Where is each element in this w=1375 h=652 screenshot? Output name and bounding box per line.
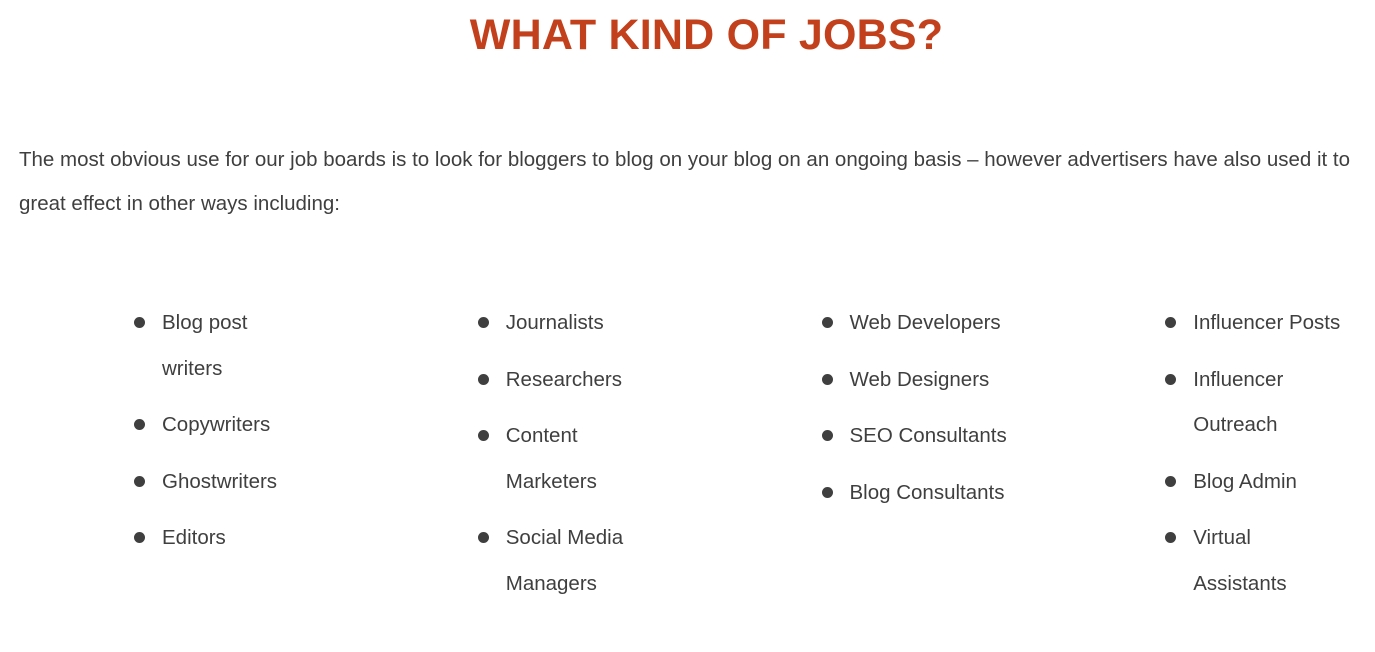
list-item: Virtual Assistants	[1165, 515, 1343, 606]
list-item-label: Ghostwriters	[162, 469, 278, 493]
job-column-4: Influencer Posts Influencer Outreach Blo…	[1031, 300, 1375, 617]
bullet-dot-icon	[1165, 475, 1177, 487]
list-item-label: Virtual Assistants	[1193, 526, 1287, 595]
list-item: Social Media Managers	[477, 515, 666, 606]
job-column-2: Journalists Researchers Content Marketer…	[344, 300, 688, 617]
bullet-dot-icon	[134, 317, 145, 328]
list-item: Web Designers	[821, 357, 1022, 403]
job-types-columns: Blog post writers Copywriters Ghostwrite…	[0, 300, 1375, 617]
list-item-label: Blog Admin	[1193, 469, 1297, 493]
job-list-1: Blog post writers Copywriters Ghostwrite…	[134, 300, 344, 561]
job-column-3: Web Developers Web Designers SEO Consult…	[688, 300, 1032, 526]
bullet-dot-icon	[477, 317, 489, 328]
list-item: Blog Consultants	[821, 470, 1022, 516]
list-item: SEO Consultants	[821, 413, 1022, 459]
list-item-label: Social Media Managers	[505, 526, 624, 595]
page-title: WHAT KIND OF JOBS?	[469, 11, 944, 59]
list-item: Copywriters	[134, 402, 312, 448]
list-item: Influencer Posts	[1165, 300, 1343, 346]
list-item-label: Editors	[162, 526, 226, 549]
intro-paragraph: The most obvious use for our job boards …	[19, 148, 1351, 215]
bullet-dot-icon	[477, 373, 489, 385]
list-item: Web Developers	[821, 300, 1022, 346]
bullet-dot-icon	[134, 475, 145, 487]
list-item-label: Copywriters	[162, 413, 271, 436]
list-item: Content Marketers	[477, 413, 666, 504]
list-item-label: Web Developers	[849, 311, 1001, 334]
list-item: Blog post writers	[134, 300, 312, 391]
bullet-dot-icon	[821, 317, 833, 328]
bullet-dot-icon	[821, 373, 833, 385]
job-column-1: Blog post writers Copywriters Ghostwrite…	[0, 300, 344, 572]
bullet-dot-icon	[1165, 373, 1177, 385]
job-list-3: Web Developers Web Designers SEO Consult…	[821, 300, 1032, 516]
list-item-label: Influencer Posts	[1193, 311, 1341, 334]
list-item: Journalists	[477, 300, 666, 346]
list-item: Blog Admin	[1165, 459, 1343, 505]
bullet-dot-icon	[134, 419, 145, 430]
list-item: Ghostwriters	[134, 459, 312, 505]
bullet-dot-icon	[477, 430, 489, 441]
list-item: Editors	[134, 515, 312, 561]
list-item: Influencer Outreach	[1165, 357, 1343, 448]
list-item: Researchers	[477, 357, 666, 403]
list-item-label: Researchers	[505, 367, 622, 391]
bullet-dot-icon	[477, 532, 489, 543]
list-item-label: Influencer Outreach	[1193, 367, 1284, 437]
bullet-dot-icon	[821, 430, 833, 441]
list-item-label: Journalists	[505, 311, 604, 334]
bullet-dot-icon	[1165, 317, 1177, 328]
job-list-2: Journalists Researchers Content Marketer…	[477, 300, 688, 606]
jobs-section: WHAT KIND OF JOBS? The most obvious use …	[0, 0, 1375, 652]
bullet-dot-icon	[1165, 532, 1177, 543]
list-item-label: Web Designers	[849, 367, 990, 391]
list-item-label: Content Marketers	[505, 424, 597, 493]
list-item-label: Blog Consultants	[849, 480, 1005, 504]
job-list-4: Influencer Posts Influencer Outreach Blo…	[1165, 300, 1375, 606]
list-item-label: SEO Consultants	[849, 424, 1007, 447]
bullet-dot-icon	[821, 486, 833, 498]
bullet-dot-icon	[134, 532, 145, 543]
list-item-label: Blog post writers	[162, 311, 248, 380]
